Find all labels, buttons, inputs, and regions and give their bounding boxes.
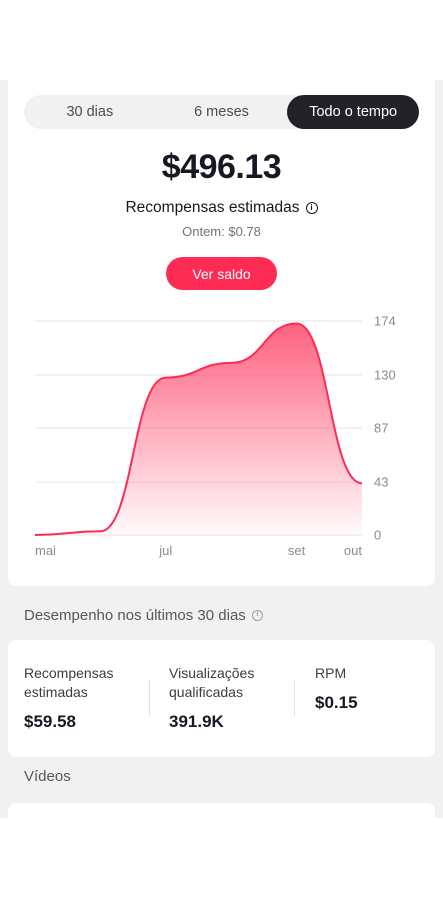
rewards-title: Recompensas estimadas	[125, 199, 300, 216]
chart-area	[35, 323, 362, 535]
stat-label: Visualizações	[169, 665, 255, 681]
divider	[294, 680, 295, 716]
videos-card	[8, 803, 435, 818]
y-tick-label: 87	[374, 421, 388, 436]
performance-title: Desempenho nos últimos 30 dias	[24, 607, 246, 624]
stat-value: $59.58	[24, 712, 76, 731]
earnings-chart: 0 43 87 130 174 mai jul set out	[34, 314, 396, 558]
performance-heading: Desempenho nos últimos 30 dias i	[24, 607, 263, 624]
stat-value: 391.9K	[169, 712, 224, 731]
y-tick-label: 130	[374, 368, 396, 383]
videos-title: Vídeos	[24, 768, 71, 785]
videos-heading: Vídeos	[24, 768, 71, 785]
y-tick-label: 43	[374, 475, 388, 490]
rewards-heading: Recompensas estimadas i	[0, 199, 443, 217]
stat-estimated-rewards: Recompensas estimadas $59.58	[24, 664, 114, 732]
total-amount: $496.13	[161, 148, 282, 186]
divider	[149, 680, 150, 716]
x-tick-label: mai	[35, 543, 56, 558]
y-tick-label: 0	[374, 528, 381, 543]
y-tick-label: 174	[374, 314, 396, 329]
view-balance-button[interactable]: Ver saldo	[166, 257, 277, 290]
stat-label: qualificadas	[169, 684, 243, 700]
x-tick-label: out	[344, 543, 362, 558]
tab-6-months[interactable]: 6 meses	[156, 95, 288, 129]
info-icon[interactable]: i	[305, 202, 318, 214]
stat-value: $0.15	[315, 693, 358, 712]
tab-30-days[interactable]: 30 dias	[24, 95, 156, 129]
stat-label: Recompensas	[24, 665, 114, 681]
x-tick-label: set	[288, 543, 306, 558]
time-range-tabs: 30 dias 6 meses Todo o tempo	[24, 95, 420, 129]
stat-qualified-views: Visualizações qualificadas 391.9K	[169, 664, 254, 732]
stat-rpm: RPM $0.15	[315, 664, 358, 713]
stat-label: estimadas	[24, 684, 88, 700]
stat-label: RPM	[315, 665, 347, 681]
info-icon[interactable]: i	[251, 610, 263, 621]
x-tick-label: jul	[158, 543, 172, 558]
tab-all-time[interactable]: Todo o tempo	[287, 95, 420, 129]
yesterday-earnings: Ontem: $0.78	[182, 224, 261, 239]
